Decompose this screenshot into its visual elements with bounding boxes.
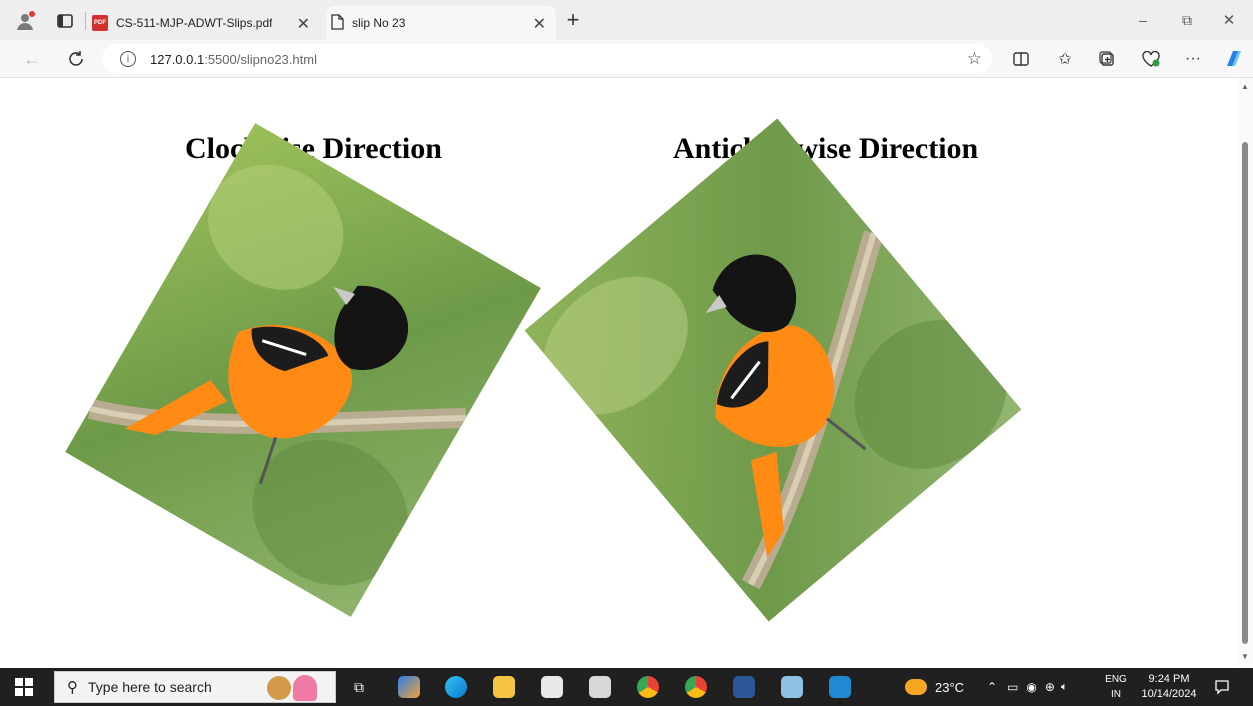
- anticlockwise-heading: Anticlockwise Direction: [673, 132, 979, 165]
- favorite-star-icon[interactable]: ☆: [967, 49, 982, 69]
- url-host: 127.0.0.1: [150, 51, 205, 67]
- split-screen-icon[interactable]: [1010, 48, 1032, 70]
- favorites-icon[interactable]: ✩: [1054, 48, 1076, 70]
- weather-temperature: 23°C: [935, 679, 965, 695]
- windows-start-icon[interactable]: [14, 677, 34, 697]
- chevron-up-icon[interactable]: ⌃: [987, 680, 997, 694]
- profile-icon[interactable]: [14, 10, 36, 32]
- edge-icon[interactable]: [445, 676, 467, 698]
- taskbar-search-box[interactable]: ⚲ Type here to search: [54, 671, 336, 703]
- browser-toolbar: ← i 127.0.0.1 :5500/slipno23.html ☆ ✩ ··…: [0, 40, 1253, 78]
- page-scrollbar[interactable]: ▲ ▼: [1238, 78, 1253, 668]
- tab-divider: [85, 12, 86, 30]
- browser-essentials-icon[interactable]: [1140, 48, 1162, 70]
- collections-icon[interactable]: [1096, 48, 1118, 70]
- cookie-icon: [267, 676, 291, 700]
- new-tab-button[interactable]: +: [562, 7, 584, 32]
- battery-icon[interactable]: ▭: [1007, 680, 1018, 694]
- tab-bar: PDF CS-511-MJP-ADWT-Slips.pdf ✕ slip No …: [0, 0, 1253, 40]
- oriole-image-anticlockwise: [524, 118, 1022, 622]
- copilot-taskbar-icon[interactable]: [398, 676, 420, 698]
- file-explorer-icon[interactable]: [493, 676, 515, 698]
- chrome-profile-icon[interactable]: [685, 676, 707, 698]
- windows-taskbar: ⚲ Type here to search ⧉ 23°C ⌃ ▭ ◉ ⊕ 🔈︎ …: [0, 668, 1253, 706]
- chrome-icon[interactable]: [637, 676, 659, 698]
- copilot-icon[interactable]: [1222, 47, 1246, 71]
- close-window-button[interactable]: ✕: [1214, 8, 1244, 32]
- store-icon[interactable]: [541, 676, 563, 698]
- scroll-up-icon[interactable]: ▲: [1241, 82, 1249, 91]
- network-icon[interactable]: ⊕: [1045, 680, 1055, 694]
- clock-time: 9:24 PM: [1148, 673, 1190, 685]
- pdf-icon: PDF: [92, 15, 108, 31]
- notifications-icon[interactable]: [1212, 677, 1232, 697]
- weather-icon: [905, 679, 927, 695]
- address-bar[interactable]: i 127.0.0.1 :5500/slipno23.html ☆: [102, 44, 992, 74]
- clock[interactable]: 9:24 PM 10/14/2024: [1136, 672, 1202, 702]
- page-content: Clockwise Direction Anticlockwise Direct…: [10, 78, 1238, 668]
- close-tab-icon[interactable]: ✕: [533, 14, 546, 34]
- minimize-button[interactable]: –: [1128, 8, 1158, 32]
- tab-title: CS-511-MJP-ADWT-Slips.pdf: [116, 16, 273, 30]
- tab-title: slip No 23: [352, 16, 406, 30]
- more-options-icon[interactable]: ···: [1182, 48, 1204, 70]
- meet-icon[interactable]: ◉: [1026, 680, 1036, 694]
- info-icon[interactable]: i: [120, 51, 136, 67]
- volume-icon[interactable]: 🔈︎: [1061, 681, 1068, 694]
- refresh-icon[interactable]: [64, 47, 88, 71]
- weather-widget[interactable]: 23°C: [905, 668, 964, 706]
- close-tab-icon[interactable]: ✕: [297, 14, 310, 34]
- restore-button[interactable]: ⧉: [1172, 8, 1202, 32]
- lang-code: ENG: [1105, 674, 1127, 685]
- language-indicator[interactable]: ENG IN: [1102, 672, 1130, 702]
- back-icon[interactable]: ←: [20, 47, 44, 71]
- tab-actions-icon[interactable]: [56, 12, 74, 30]
- url-path: :5500/slipno23.html: [204, 51, 317, 67]
- clock-date: 10/14/2024: [1141, 688, 1197, 700]
- search-icon: ⚲: [67, 679, 78, 696]
- scroll-down-icon[interactable]: ▼: [1241, 652, 1249, 661]
- system-tray[interactable]: ⌃ ▭ ◉ ⊕ 🔈︎: [987, 668, 1068, 706]
- search-placeholder: Type here to search: [88, 679, 212, 695]
- oriole-image-clockwise: [65, 122, 541, 618]
- cupcake-icon: [293, 675, 317, 701]
- scroll-thumb[interactable]: [1242, 142, 1248, 644]
- task-view-icon[interactable]: ⧉: [348, 676, 370, 698]
- tab-slip[interactable]: slip No 23 ✕: [326, 6, 556, 40]
- word-icon[interactable]: [733, 676, 755, 698]
- page-icon: [330, 13, 344, 33]
- tab-pdf[interactable]: PDF CS-511-MJP-ADWT-Slips.pdf ✕: [92, 6, 320, 40]
- vscode-icon[interactable]: [829, 676, 851, 698]
- region-code: IN: [1111, 689, 1121, 700]
- mail-icon[interactable]: [589, 676, 611, 698]
- notes-app-icon[interactable]: [781, 676, 803, 698]
